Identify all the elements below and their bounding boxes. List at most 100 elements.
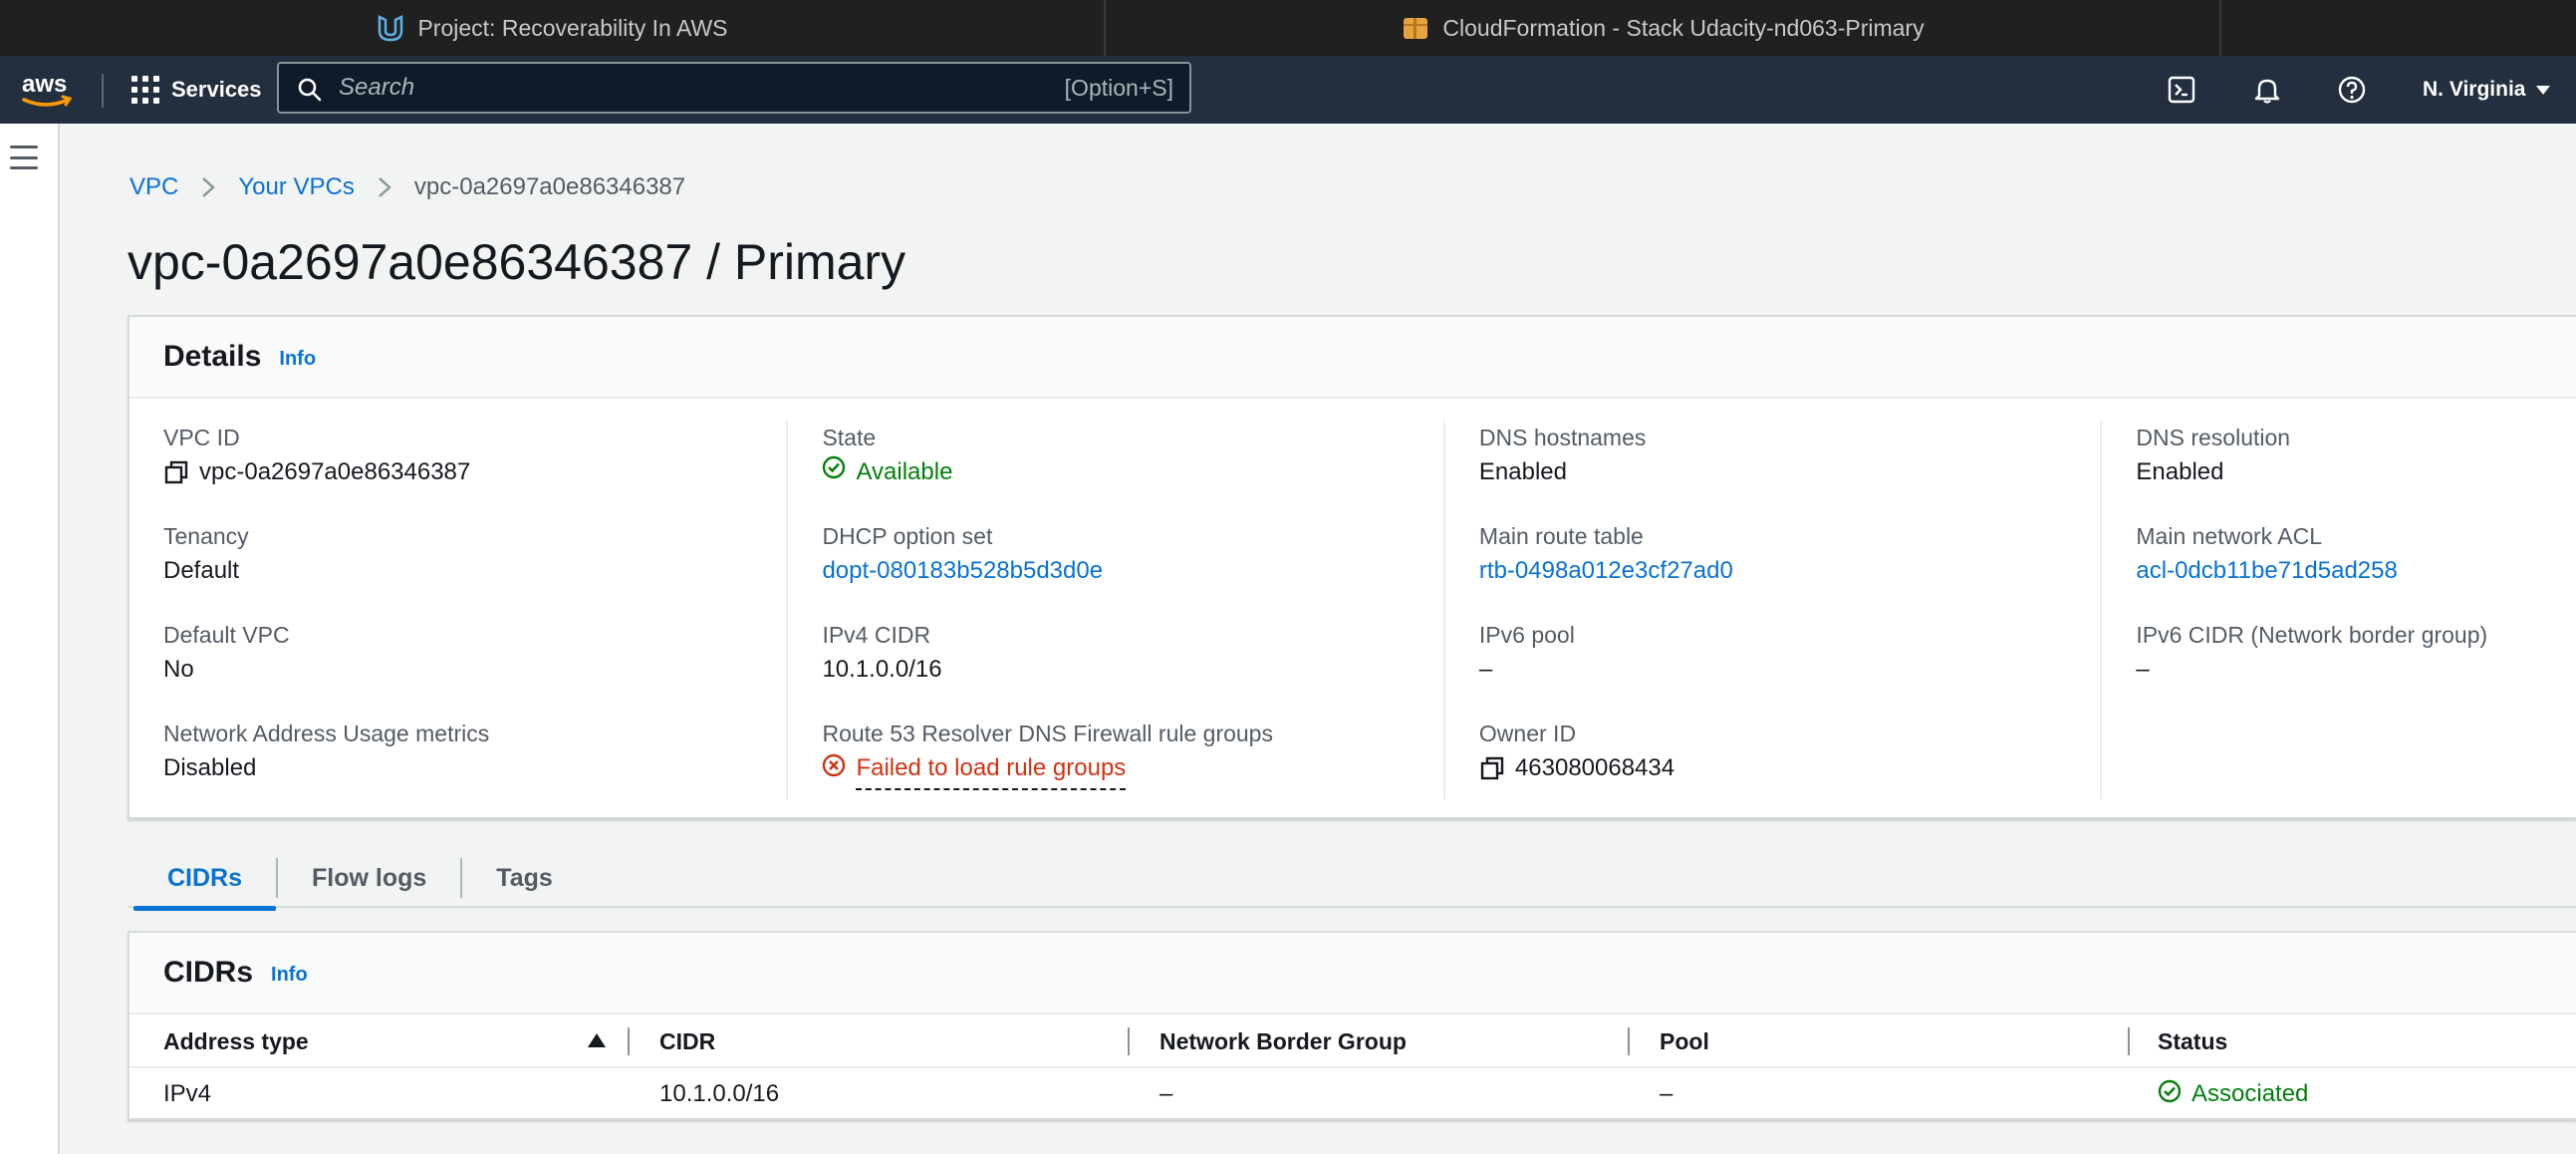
search-input[interactable]: [339, 72, 1036, 104]
region-label: N. Virginia: [2423, 78, 2526, 101]
check-circle-icon: [2158, 1079, 2182, 1110]
check-circle-icon: [822, 454, 846, 490]
field-owner-id: Owner ID 463080068434: [1479, 717, 2100, 815]
ipv6-cidr-value: –: [2136, 656, 2150, 683]
column-header-label: Status: [2158, 1027, 2228, 1054]
field-dhcp-option-set: DHCP option set dopt-080183b528b5d3d0e: [822, 519, 1442, 618]
column-header-status[interactable]: Status: [2130, 1015, 2576, 1067]
tenancy-value: Default: [163, 557, 240, 584]
status-value: Associated: [2191, 1080, 2309, 1107]
cidrs-info-link[interactable]: Info: [271, 964, 308, 987]
field-label: VPC ID: [163, 425, 240, 450]
field-dns-hostnames: DNS hostnames Enabled: [1479, 421, 2100, 519]
cidrs-title: CIDRs: [163, 956, 254, 989]
cell-address-type: IPv4: [163, 1080, 212, 1107]
details-column-2: State Available DHCP option set dopt-080…: [788, 421, 1445, 799]
region-selector[interactable]: N. Virginia: [2423, 74, 2551, 106]
sort-ascending-icon: [588, 1033, 606, 1047]
cidrs-panel: CIDRs Info Address type CIDR Network Bor…: [128, 931, 2576, 1120]
search-shortcut-hint: [Option+S]: [1064, 75, 1173, 101]
details-column-1: VPC ID vpc-0a2697a0e86346387 Tenancy Def…: [129, 421, 789, 799]
tab-tags[interactable]: Tags: [462, 847, 587, 909]
error-x-circle-icon: [822, 752, 846, 788]
field-ipv4-cidr: IPv4 CIDR 10.1.0.0/16: [822, 618, 1442, 717]
cloudformation-icon: [1401, 13, 1430, 43]
state-status: Available: [822, 454, 1442, 490]
field-label: IPv4 CIDR: [822, 622, 931, 648]
notifications-bell-icon[interactable]: [2251, 74, 2283, 106]
main-route-table-link[interactable]: rtb-0498a012e3cf27ad0: [1479, 553, 2100, 589]
services-menu-button[interactable]: Services: [131, 72, 262, 108]
field-label: DNS hostnames: [1478, 425, 1647, 450]
tabs-bar: CIDRs Flow logs Tags: [133, 847, 587, 911]
field-label: Main network ACL: [2136, 523, 2323, 549]
browser-tab-title: Project: Recoverability In AWS: [417, 14, 728, 41]
field-main-network-acl: Main network ACL acl-0dcb11be71d5ad258: [2136, 519, 2576, 618]
field-route53-firewall: Route 53 Resolver DNS Firewall rule grou…: [822, 717, 1442, 815]
details-title: Details: [163, 340, 262, 373]
field-default-vpc: Default VPC No: [163, 618, 786, 717]
field-label: Owner ID: [1478, 721, 1577, 746]
cloudshell-icon[interactable]: [2166, 74, 2197, 106]
browser-tab-strip: Project: Recoverability In AWS CloudForm…: [0, 0, 2576, 56]
field-label: Network Address Usage metrics: [163, 721, 490, 746]
column-header-pool[interactable]: Pool: [1630, 1015, 2130, 1067]
breadcrumb-vpc[interactable]: VPC: [129, 173, 178, 201]
cell-status: Associated: [2130, 1079, 2576, 1110]
main-network-acl-link[interactable]: acl-0dcb11be71d5ad258: [2136, 553, 2576, 589]
search-bar[interactable]: [Option+S]: [277, 62, 1191, 114]
browser-tab-udacity[interactable]: Project: Recoverability In AWS: [0, 0, 1106, 56]
aws-logo[interactable]: aws: [20, 68, 76, 112]
breadcrumb: VPC Your VPCs vpc-0a2697a0e86346387: [129, 171, 685, 203]
cidrs-table: Address type CIDR Network Border Group P…: [129, 1016, 2576, 1120]
field-network-address-usage: Network Address Usage metrics Disabled: [163, 717, 786, 815]
owner-id-value: 463080068434: [1514, 754, 1675, 781]
cell-cidr: 10.1.0.0/16: [659, 1080, 780, 1107]
column-header-label: Pool: [1660, 1027, 1709, 1054]
column-header-label: Address type: [163, 1027, 309, 1054]
field-dns-resolution: DNS resolution Enabled: [2136, 421, 2576, 519]
field-ipv6-cidr: IPv6 CIDR (Network border group) –: [2136, 618, 2576, 717]
browser-tab-cloudformation[interactable]: CloudFormation - Stack Udacity-nd063-Pri…: [1106, 0, 2221, 56]
tab-flow-logs[interactable]: Flow logs: [278, 847, 460, 909]
dhcp-option-set-link[interactable]: dopt-080183b528b5d3d0e: [822, 553, 1442, 589]
details-column-3: DNS hostnames Enabled Main route table r…: [1445, 421, 2103, 799]
chevron-right-icon: [355, 176, 414, 198]
help-icon[interactable]: [2336, 74, 2368, 106]
column-header-label: Network Border Group: [1159, 1027, 1407, 1054]
state-value: Available: [856, 458, 953, 485]
table-row: IPv4 10.1.0.0/16 – – Associated: [129, 1068, 2576, 1120]
chevron-right-icon: [178, 176, 238, 198]
field-label: Main route table: [1478, 523, 1644, 549]
aws-top-nav: aws Services [Option+S] N. Virginia: [0, 56, 2576, 124]
field-tenancy: Tenancy Default: [163, 519, 786, 618]
vpc-id-value: vpc-0a2697a0e86346387: [199, 458, 471, 485]
network-address-usage-value: Disabled: [163, 754, 257, 781]
field-label: State: [822, 425, 877, 450]
copy-icon[interactable]: [163, 459, 189, 485]
breadcrumb-your-vpcs[interactable]: Your VPCs: [238, 173, 355, 201]
menu-hamburger-icon[interactable]: [10, 145, 38, 169]
nav-divider: [102, 74, 104, 108]
column-header-network-border-group[interactable]: Network Border Group: [1130, 1015, 1630, 1067]
services-grid-icon: [131, 76, 159, 104]
column-header-address-type[interactable]: Address type: [129, 1015, 630, 1067]
route53-firewall-value: Failed to load rule groups: [856, 750, 1127, 790]
cell-pool: –: [1660, 1080, 1674, 1107]
copy-icon[interactable]: [1479, 755, 1505, 781]
column-header-cidr[interactable]: CIDR: [630, 1015, 1130, 1067]
svg-text:aws: aws: [22, 71, 67, 98]
details-info-link[interactable]: Info: [279, 348, 316, 371]
page-title: vpc-0a2697a0e86346387 / Primary: [128, 234, 906, 290]
breadcrumb-current: vpc-0a2697a0e86346387: [413, 173, 686, 200]
column-header-label: CIDR: [659, 1027, 716, 1054]
details-column-4: DNS resolution Enabled Main network ACL …: [2102, 421, 2576, 799]
ipv4-cidr-value: 10.1.0.0/16: [822, 656, 942, 683]
field-value-wrap: vpc-0a2697a0e86346387: [163, 454, 786, 490]
tab-cidrs[interactable]: CIDRs: [133, 847, 277, 911]
field-label: Default VPC: [163, 622, 290, 648]
ipv6-pool-value: –: [1478, 656, 1493, 683]
services-label: Services: [171, 77, 262, 102]
udacity-icon: [376, 13, 405, 43]
route53-firewall-status[interactable]: Failed to load rule groups: [822, 750, 1442, 790]
